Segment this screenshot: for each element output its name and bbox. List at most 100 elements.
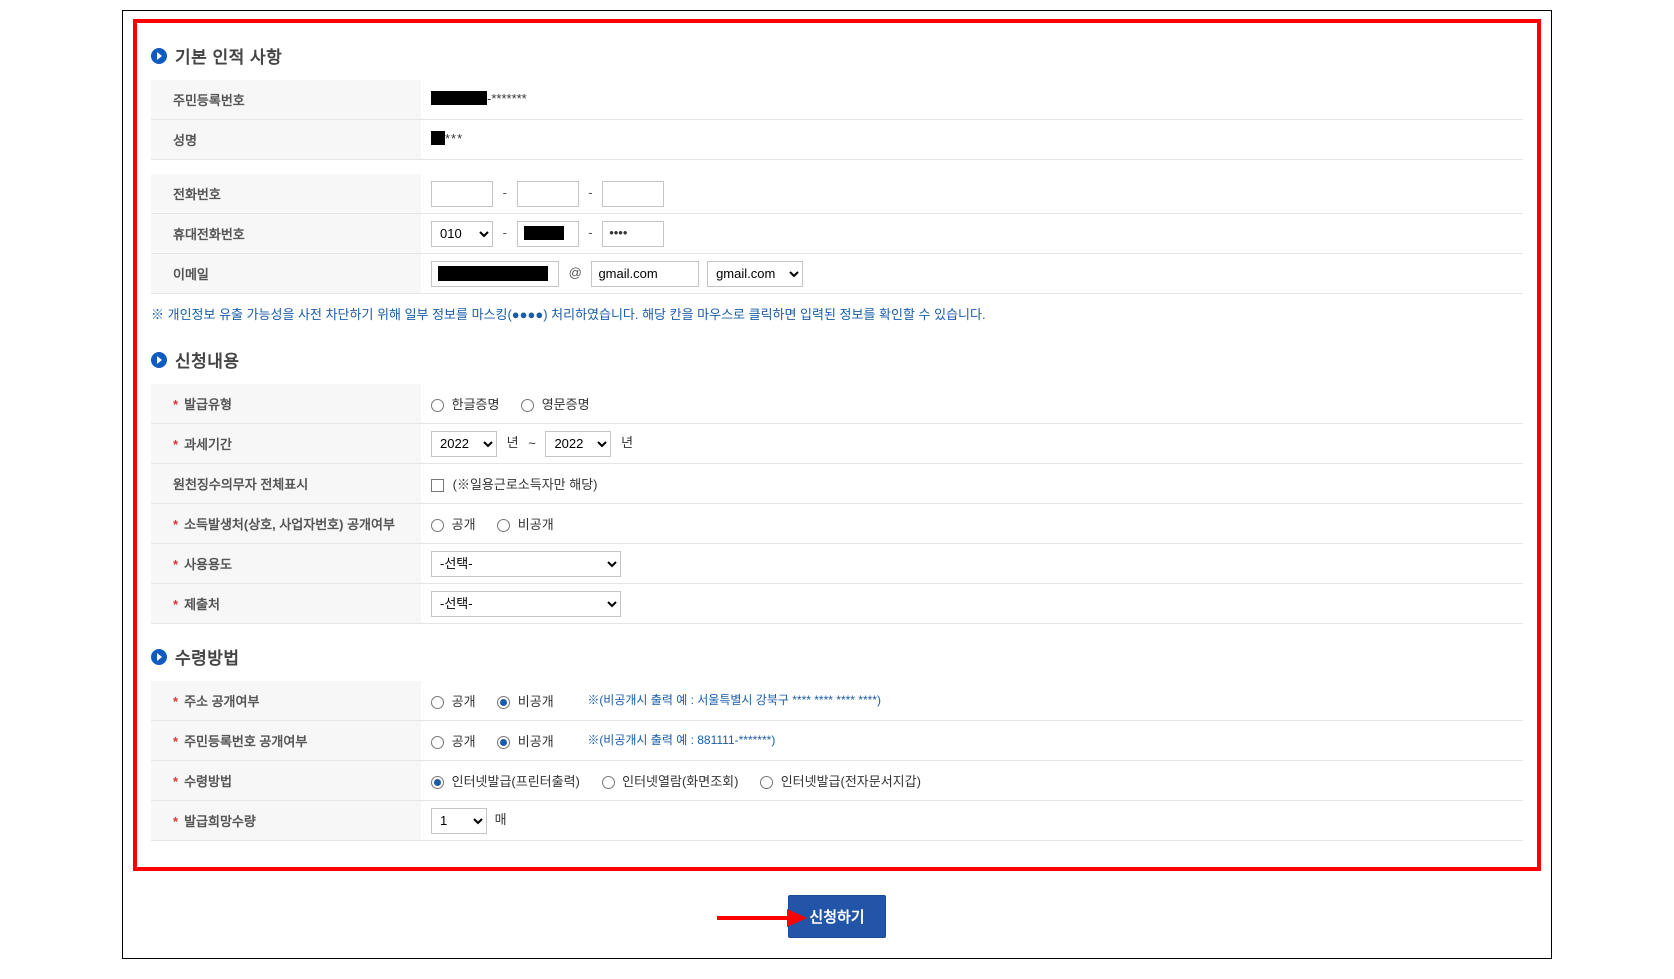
section-content-head: 신청내용	[151, 347, 1523, 372]
phone-part2[interactable]	[517, 181, 579, 207]
radio-icon	[497, 696, 510, 709]
rrn-disc-label: 주민등록번호 공개여부	[173, 734, 307, 749]
section-bullet-icon	[151, 649, 167, 665]
checkbox-icon	[431, 479, 444, 492]
qty-unit: 매	[495, 812, 507, 827]
radio-icon	[602, 776, 615, 789]
radio-icon	[760, 776, 773, 789]
method-label: 수령방법	[173, 774, 232, 789]
highlight-box: 기본 인적 사항 주민등록번호 -******* 성명 ***	[133, 19, 1541, 871]
rrn-mask-icon	[431, 91, 487, 105]
radio-english-label: 영문증명	[542, 397, 590, 412]
name-mask-icon	[431, 131, 445, 145]
radio-icon	[431, 399, 444, 412]
radio-icon	[431, 519, 444, 532]
rrn-public-label: 공개	[452, 734, 476, 749]
row-method: 수령방법 인터넷발급(프린터출력) 인터넷열람(화면조회) 인터넷발급(전자문서…	[151, 761, 1523, 801]
basic-info-table: 주민등록번호 -******* 성명 ***	[151, 80, 1523, 160]
rrn-help: ※(비공개시 출력 예 : 881111-*******)	[587, 733, 775, 747]
radio-source-private[interactable]: 비공개	[497, 517, 554, 532]
phone-sep2: -	[588, 185, 592, 200]
method-ewallet-label: 인터넷발급(전자문서지갑)	[781, 774, 921, 789]
addr-help: ※(비공개시 출력 예 : 서울특별시 강북구 **** **** **** *…	[587, 693, 881, 707]
submitto-select[interactable]: -선택-	[431, 591, 621, 617]
tax-period-label: 과세기간	[173, 437, 232, 452]
mobile-last-input[interactable]: ••••	[602, 221, 664, 247]
radio-source-public[interactable]: 공개	[431, 517, 479, 532]
radio-english-cert[interactable]: 영문증명	[521, 397, 589, 412]
row-quantity: 발급희망수량 1 매	[151, 801, 1523, 841]
name-value[interactable]: ***	[421, 120, 1523, 160]
radio-icon	[497, 519, 510, 532]
mobile-prefix-select[interactable]: 010	[431, 221, 493, 247]
email-mask-icon	[438, 266, 548, 281]
withholding-label: 원천징수의무자 전체표시	[151, 464, 421, 504]
rrn-suffix: -*******	[487, 91, 527, 106]
rrn-label: 주민등록번호	[151, 80, 421, 120]
section-content-title: 신청내용	[175, 347, 240, 372]
method-printer-label: 인터넷발급(프린터출력)	[452, 774, 580, 789]
section-bullet-icon	[151, 352, 167, 368]
row-tax-period: 과세기간 2022 년 ~ 2022 년	[151, 424, 1523, 464]
masking-note: ※ 개인정보 유출 가능성을 사전 차단하기 위해 일부 정보를 마스킹(●●●…	[151, 304, 1523, 323]
rrn-private-label: 비공개	[518, 734, 554, 749]
row-rrn: 주민등록번호 -*******	[151, 80, 1523, 120]
source-label: 소득발생처(상호, 사업자번호) 공개여부	[173, 517, 395, 532]
arrow-icon	[717, 909, 807, 925]
section-receipt-title: 수령방법	[175, 644, 240, 669]
radio-rrn-private[interactable]: 비공개	[497, 734, 557, 749]
radio-korean-label: 한글증명	[452, 397, 500, 412]
addr-label: 주소 공개여부	[173, 694, 259, 709]
phone-part3[interactable]	[602, 181, 664, 207]
phone-label: 전화번호	[151, 174, 421, 214]
row-issue-type: 발급유형 한글증명 영문증명	[151, 384, 1523, 424]
radio-icon	[431, 776, 444, 789]
year-unit-2: 년	[621, 435, 633, 450]
qty-select[interactable]: 1	[431, 808, 487, 834]
addr-public-label: 공개	[452, 694, 476, 709]
email-at: @	[569, 265, 582, 280]
radio-method-view[interactable]: 인터넷열람(화면조회)	[602, 774, 743, 789]
radio-method-printer[interactable]: 인터넷발급(프린터출력)	[431, 774, 584, 789]
email-domain-input[interactable]	[591, 261, 699, 287]
purpose-select[interactable]: -선택-	[431, 551, 621, 577]
row-rrn-disclosure: 주민등록번호 공개여부 공개 비공개 ※(비공개시 출력 예 : 881111-…	[151, 721, 1523, 761]
withholding-checkbox[interactable]: (※일용근로소득자만 해당)	[431, 477, 598, 492]
row-name: 성명 ***	[151, 120, 1523, 160]
row-withholding: 원천징수의무자 전체표시 (※일용근로소득자만 해당)	[151, 464, 1523, 504]
purpose-label: 사용용도	[173, 557, 232, 572]
source-public-label: 공개	[452, 517, 476, 532]
email-id-input[interactable]	[431, 261, 559, 287]
mobile-mid-input[interactable]	[517, 221, 579, 247]
radio-addr-private[interactable]: 비공개	[497, 694, 557, 709]
submitto-label: 제출처	[173, 597, 220, 612]
section-basic-title: 기본 인적 사항	[175, 43, 282, 68]
rrn-value[interactable]: -*******	[421, 80, 1523, 120]
addr-private-label: 비공개	[518, 694, 554, 709]
radio-method-ewallet[interactable]: 인터넷발급(전자문서지갑)	[760, 774, 921, 789]
row-source-disclosure: 소득발생처(상호, 사업자번호) 공개여부 공개 비공개	[151, 504, 1523, 544]
mobile-label: 휴대전화번호	[151, 214, 421, 254]
contact-table: 전화번호 - - 휴대전화번호 010 -	[151, 174, 1523, 294]
radio-addr-public[interactable]: 공개	[431, 694, 479, 709]
tilde: ~	[528, 435, 536, 450]
radio-icon	[431, 736, 444, 749]
name-label: 성명	[151, 120, 421, 160]
radio-icon	[431, 696, 444, 709]
mobile-sep1: -	[503, 225, 507, 240]
email-domain-select[interactable]: gmail.com	[707, 261, 803, 287]
email-label: 이메일	[151, 254, 421, 294]
tax-to-select[interactable]: 2022	[545, 431, 611, 457]
method-view-label: 인터넷열람(화면조회)	[622, 774, 738, 789]
radio-rrn-public[interactable]: 공개	[431, 734, 479, 749]
radio-icon	[497, 736, 510, 749]
phone-part1[interactable]	[431, 181, 493, 207]
outer-frame: 기본 인적 사항 주민등록번호 -******* 성명 ***	[122, 10, 1552, 959]
radio-korean-cert[interactable]: 한글증명	[431, 397, 503, 412]
radio-icon	[521, 399, 534, 412]
tax-from-select[interactable]: 2022	[431, 431, 497, 457]
phone-sep1: -	[503, 185, 507, 200]
mobile-mask-icon	[524, 226, 564, 240]
withholding-note: (※일용근로소득자만 해당)	[453, 477, 598, 492]
mobile-sep2: -	[588, 225, 592, 240]
